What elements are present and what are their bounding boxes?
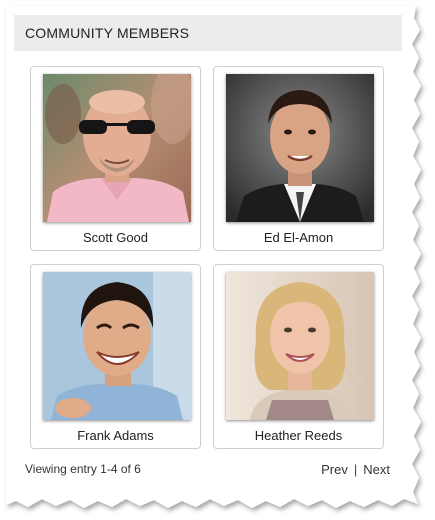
member-photo[interactable]	[43, 74, 191, 222]
member-card-ed-el-amon[interactable]: Ed El-Amon	[213, 66, 384, 251]
community-members-widget: COMMUNITY MEMBERS Scott Good Ed El-Amon …	[14, 15, 402, 491]
next-link[interactable]: Next	[363, 462, 390, 477]
widget-header: COMMUNITY MEMBERS	[14, 15, 402, 51]
pagination-info: Viewing entry 1-4 of 6	[25, 462, 141, 476]
widget-title: COMMUNITY MEMBERS	[25, 25, 190, 41]
member-name[interactable]: Heather Reeds	[214, 428, 383, 443]
member-card-scott-good[interactable]: Scott Good	[30, 66, 201, 251]
member-card-frank-adams[interactable]: Frank Adams	[30, 264, 201, 449]
member-card-heather-reeds[interactable]: Heather Reeds	[213, 264, 384, 449]
prev-link[interactable]: Prev	[321, 462, 348, 477]
member-photo[interactable]	[43, 272, 191, 420]
member-name[interactable]: Ed El-Amon	[214, 230, 383, 245]
member-name[interactable]: Frank Adams	[31, 428, 200, 443]
pagination-controls: Prev | Next	[321, 462, 390, 477]
pager-separator: |	[353, 462, 358, 477]
member-photo[interactable]	[226, 74, 374, 222]
member-name[interactable]: Scott Good	[31, 230, 200, 245]
member-photo[interactable]	[226, 272, 374, 420]
